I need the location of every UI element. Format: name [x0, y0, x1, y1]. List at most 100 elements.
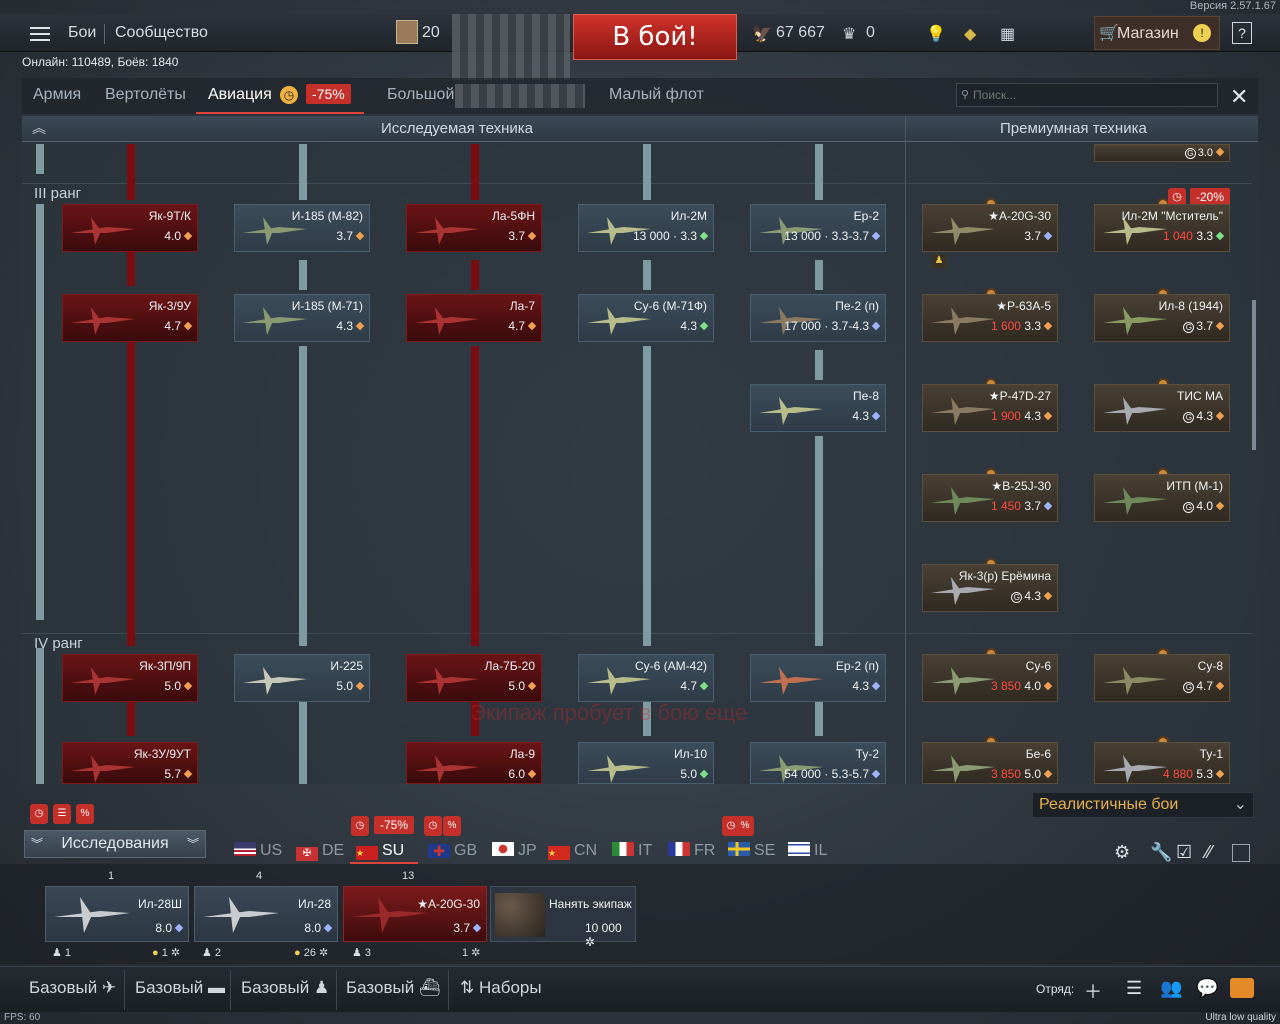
tree-line — [815, 436, 823, 646]
hire-crew-button[interactable]: Нанять экипаж 10 000 ✲ — [490, 886, 636, 949]
flag-fr-icon — [668, 842, 690, 856]
add-icon[interactable]: ＋ — [1084, 978, 1102, 1004]
vehicle-card[interactable]: И-185 (М-82) 3.7 — [234, 204, 370, 252]
vehicle-card[interactable]: Ер-2 (п) 4.3 — [750, 654, 886, 702]
premium-vehicle-card[interactable]: Ил-8 (1944) G 3.7 — [1094, 294, 1230, 342]
nation-tab-jp[interactable]: JP — [492, 842, 537, 860]
sets-tab[interactable]: ⇅ Наборы — [460, 978, 542, 998]
premium-vehicle-card[interactable]: ★P-63A-5 1 600 3.3 — [922, 294, 1058, 342]
overlay-message: Экипаж пробует в бою еще — [470, 700, 748, 725]
vehicle-card[interactable]: Як-9Т/К 4.0 — [62, 204, 198, 252]
nation-tab-de[interactable]: ✠ DE — [296, 842, 344, 861]
chat-icon[interactable]: 💬 — [1196, 978, 1218, 999]
game-mode-select[interactable]: Реалистичные бои ⌄ — [1032, 792, 1254, 818]
nation-tab-us[interactable]: US — [234, 842, 282, 860]
rank-icon[interactable]: ◆ — [964, 24, 976, 44]
premium-vehicle-card[interactable]: ★P-47D-27 1 900 4.3 — [922, 384, 1058, 432]
tab-aviation[interactable]: Авиация — [208, 86, 272, 104]
vehicle-card[interactable]: Ил-10 5.0 — [578, 742, 714, 784]
nation-tab-fr[interactable]: FR — [668, 842, 715, 860]
collapse-icon[interactable]: ︽ — [32, 118, 46, 138]
preset-tab-4[interactable]: Базовый ⛴ — [346, 978, 441, 998]
aircraft-icon — [759, 667, 823, 695]
su-discount-badge: -75% — [374, 816, 415, 834]
vehicle-card[interactable]: Су-6 (М-71Ф) 4.3 — [578, 294, 714, 342]
vehicle-card[interactable]: Ла-7Б-20 5.0 — [406, 654, 542, 702]
tree-line — [36, 144, 44, 174]
checkbox[interactable] — [1232, 844, 1250, 862]
vehicle-card[interactable]: Ер-2 13 000 · 3.3-3.7 — [750, 204, 886, 252]
nation-tab-gb[interactable]: ✚ GB — [428, 842, 477, 860]
crew-slot[interactable]: Ил-28 8.0 — [194, 886, 338, 942]
nation-tab-su[interactable]: ★ SU — [356, 842, 404, 860]
nation-tab-il[interactable]: IL — [788, 842, 827, 860]
preset-tab-2[interactable]: Базовый ▬ — [135, 978, 225, 998]
nation-tab-cn[interactable]: ★ CN — [548, 842, 597, 860]
premium-vehicle-card[interactable]: ★B-25J-30 1 450 3.7 — [922, 474, 1058, 522]
help-button[interactable]: ? — [1232, 22, 1252, 44]
vehicle-card[interactable]: Ла-7 4.7 — [406, 294, 542, 342]
shop-button[interactable]: 🛒 Магазин! — [1094, 16, 1220, 50]
vehicle-card[interactable]: Пе-8 4.3 — [750, 384, 886, 432]
premium-vehicle-card[interactable]: Як-3(р) Ерёмина G 4.3 — [922, 564, 1058, 612]
search-input[interactable] — [956, 83, 1218, 107]
crew-slot-selected[interactable]: ★A-20G-30 3.7 — [343, 886, 487, 942]
nav-community[interactable]: Сообщество — [115, 24, 208, 42]
nation-tab-se[interactable]: SE — [728, 842, 775, 860]
premium-vehicle-card[interactable]: Ту-1 4 880 5.3 — [1094, 742, 1230, 784]
avatar[interactable] — [396, 20, 418, 44]
vehicle-card[interactable]: Ла-9 6.0 — [406, 742, 542, 784]
premium-vehicle-card[interactable]: Су-6 3 850 4.0 — [922, 654, 1058, 702]
crew-slots-bar — [0, 864, 1280, 964]
aircraft-icon — [931, 307, 995, 335]
tab-bluewater-fleet[interactable]: Большой — [387, 86, 454, 104]
list-icon[interactable]: ☰ — [1126, 978, 1142, 999]
nav-battles[interactable]: Бои — [68, 24, 96, 42]
crew-slot[interactable]: Ил-28Ш 8.0 — [45, 886, 189, 942]
premium-vehicle-card[interactable]: Ил-2М "Мститель" 1 040 3.3 — [1094, 204, 1230, 252]
premium-vehicle-card[interactable]: ТИС МА G 4.3 — [1094, 384, 1230, 432]
vehicle-card[interactable]: И-225 5.0 — [234, 654, 370, 702]
nation-tab-it[interactable]: IT — [612, 842, 652, 860]
friends-icon[interactable]: 👥 — [1160, 978, 1182, 999]
chevron-down-icon: ⌄ — [1233, 796, 1247, 813]
scrollbar[interactable] — [1252, 300, 1256, 450]
premium-vehicle-card[interactable]: G 3.0 — [1094, 144, 1230, 162]
ammo-icon[interactable]: ⁄⁄ — [1206, 842, 1212, 863]
search-icon: ⚲ — [961, 89, 970, 101]
research-button[interactable]: ︾ Исследования ︾ — [24, 830, 206, 858]
wrench-icon[interactable]: 🔧 — [1150, 842, 1172, 863]
lightbulb-icon[interactable]: 💡 — [926, 24, 946, 44]
vehicle-card[interactable]: Ту-2 54 000 · 5.3-5.7 — [750, 742, 886, 784]
premium-vehicle-card[interactable]: Су-8 G 4.7 — [1094, 654, 1230, 702]
vehicle-card[interactable]: Як-3П/9П 5.0 — [62, 654, 198, 702]
preset-tab-3[interactable]: Базовый ♟ — [241, 978, 329, 998]
flag-gb-icon: ✚ — [428, 844, 450, 858]
gear-icon[interactable]: ⚙ — [1114, 842, 1130, 863]
premium-vehicle-card[interactable]: Бе-6 3 850 5.0 — [922, 742, 1058, 784]
plane-icon: ✈ — [101, 978, 117, 997]
tab-army[interactable]: Армия — [33, 86, 81, 104]
vehicle-card[interactable]: И-185 (М-71) 4.3 — [234, 294, 370, 342]
mail-icon[interactable] — [1230, 978, 1254, 998]
vehicle-card[interactable]: Як-3У/9УТ 5.7 — [62, 742, 198, 784]
clock-icon: ◷ — [280, 86, 298, 104]
flag-it-icon — [612, 842, 634, 856]
premium-vehicle-card[interactable]: ИТП (М-1) G 4.0 — [1094, 474, 1230, 522]
aircraft-icon — [415, 755, 479, 783]
ticket-icon[interactable]: ▦ — [1000, 24, 1015, 44]
tab-helicopters[interactable]: Вертолёты — [105, 86, 186, 104]
checkmark-icon[interactable]: ☑ — [1176, 842, 1192, 863]
menu-icon[interactable] — [30, 27, 50, 41]
aircraft-icon — [71, 307, 135, 335]
preset-tab-1[interactable]: Базовый ✈ — [29, 978, 116, 998]
close-icon[interactable]: ✕ — [1230, 84, 1248, 110]
vehicle-card[interactable]: Пе-2 (п) 17 000 · 3.7-4.3 — [750, 294, 886, 342]
vehicle-card[interactable]: Су-6 (АМ-42) 4.7 — [578, 654, 714, 702]
to-battle-button[interactable]: В бой! — [573, 14, 737, 60]
vehicle-card[interactable]: Ил-2М 13 000 · 3.3 — [578, 204, 714, 252]
vehicle-card[interactable]: Як-3/9У 4.7 — [62, 294, 198, 342]
premium-vehicle-card[interactable]: ★A-20G-30 3.7 — [922, 204, 1058, 252]
vehicle-card[interactable]: Ла-5ФН 3.7 — [406, 204, 542, 252]
tab-coastal-fleet[interactable]: Малый флот — [609, 86, 704, 104]
